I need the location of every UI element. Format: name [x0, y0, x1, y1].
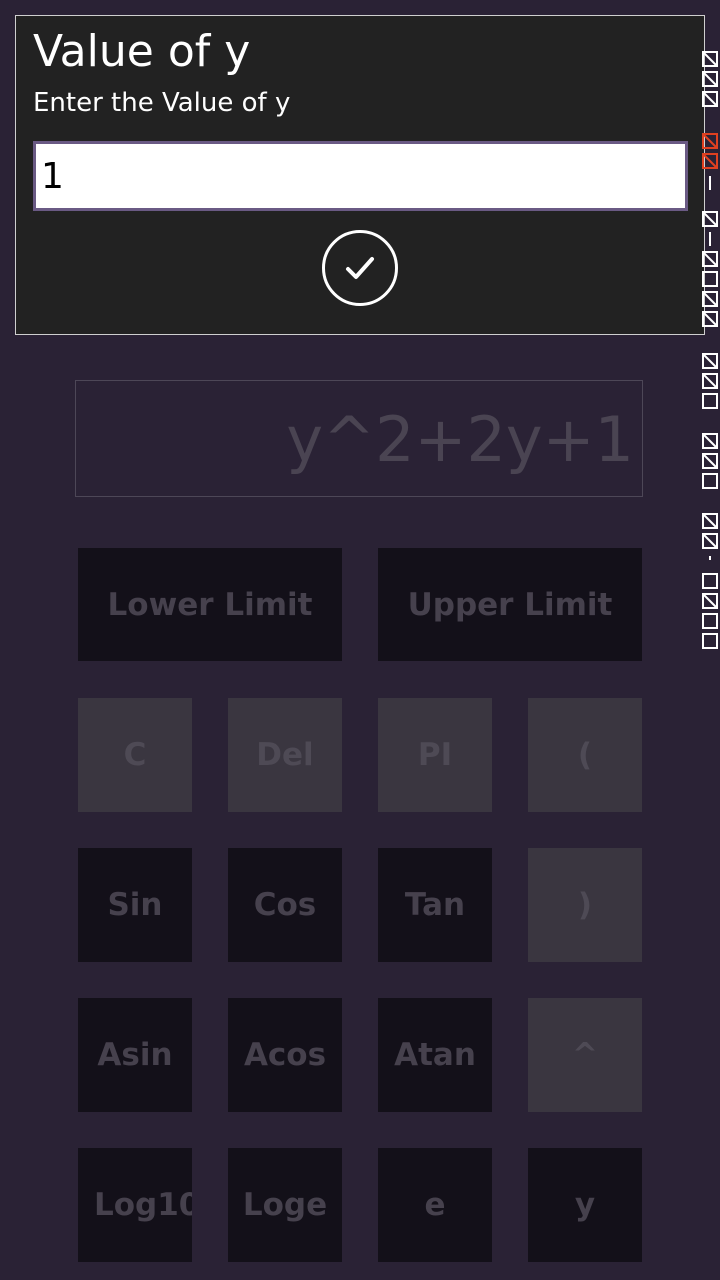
calculator-page: y^2+2y+1 Lower Limit Upper Limit C Del P…	[0, 0, 720, 1280]
delete-button[interactable]: Del	[228, 698, 342, 812]
confirm-button[interactable]	[322, 230, 398, 306]
pi-button[interactable]: PI	[378, 698, 492, 812]
dialog-title: Value of y	[33, 26, 251, 77]
frame-counter-strip	[702, 51, 718, 649]
sin-button[interactable]: Sin	[78, 848, 192, 962]
dialog-subtitle: Enter the Value of y	[33, 88, 291, 118]
e-button[interactable]: e	[378, 1148, 492, 1262]
value-dialog: Value of y Enter the Value of y	[15, 15, 705, 335]
upper-limit-button[interactable]: Upper Limit	[378, 548, 642, 661]
clear-button[interactable]: C	[78, 698, 192, 812]
close-paren-button[interactable]: )	[528, 848, 642, 962]
loge-button[interactable]: Loge	[228, 1148, 342, 1262]
lower-limit-button[interactable]: Lower Limit	[78, 548, 342, 661]
y-button[interactable]: y	[528, 1148, 642, 1262]
asin-button[interactable]: Asin	[78, 998, 192, 1112]
atan-button[interactable]: Atan	[378, 998, 492, 1112]
expression-display: y^2+2y+1	[75, 380, 643, 497]
log10-button[interactable]: Log10	[78, 1148, 192, 1262]
cos-button[interactable]: Cos	[228, 848, 342, 962]
acos-button[interactable]: Acos	[228, 998, 342, 1112]
tan-button[interactable]: Tan	[378, 848, 492, 962]
open-paren-button[interactable]: (	[528, 698, 642, 812]
checkmark-icon	[346, 257, 374, 279]
y-value-input[interactable]	[33, 141, 688, 211]
power-button[interactable]: ^	[528, 998, 642, 1112]
